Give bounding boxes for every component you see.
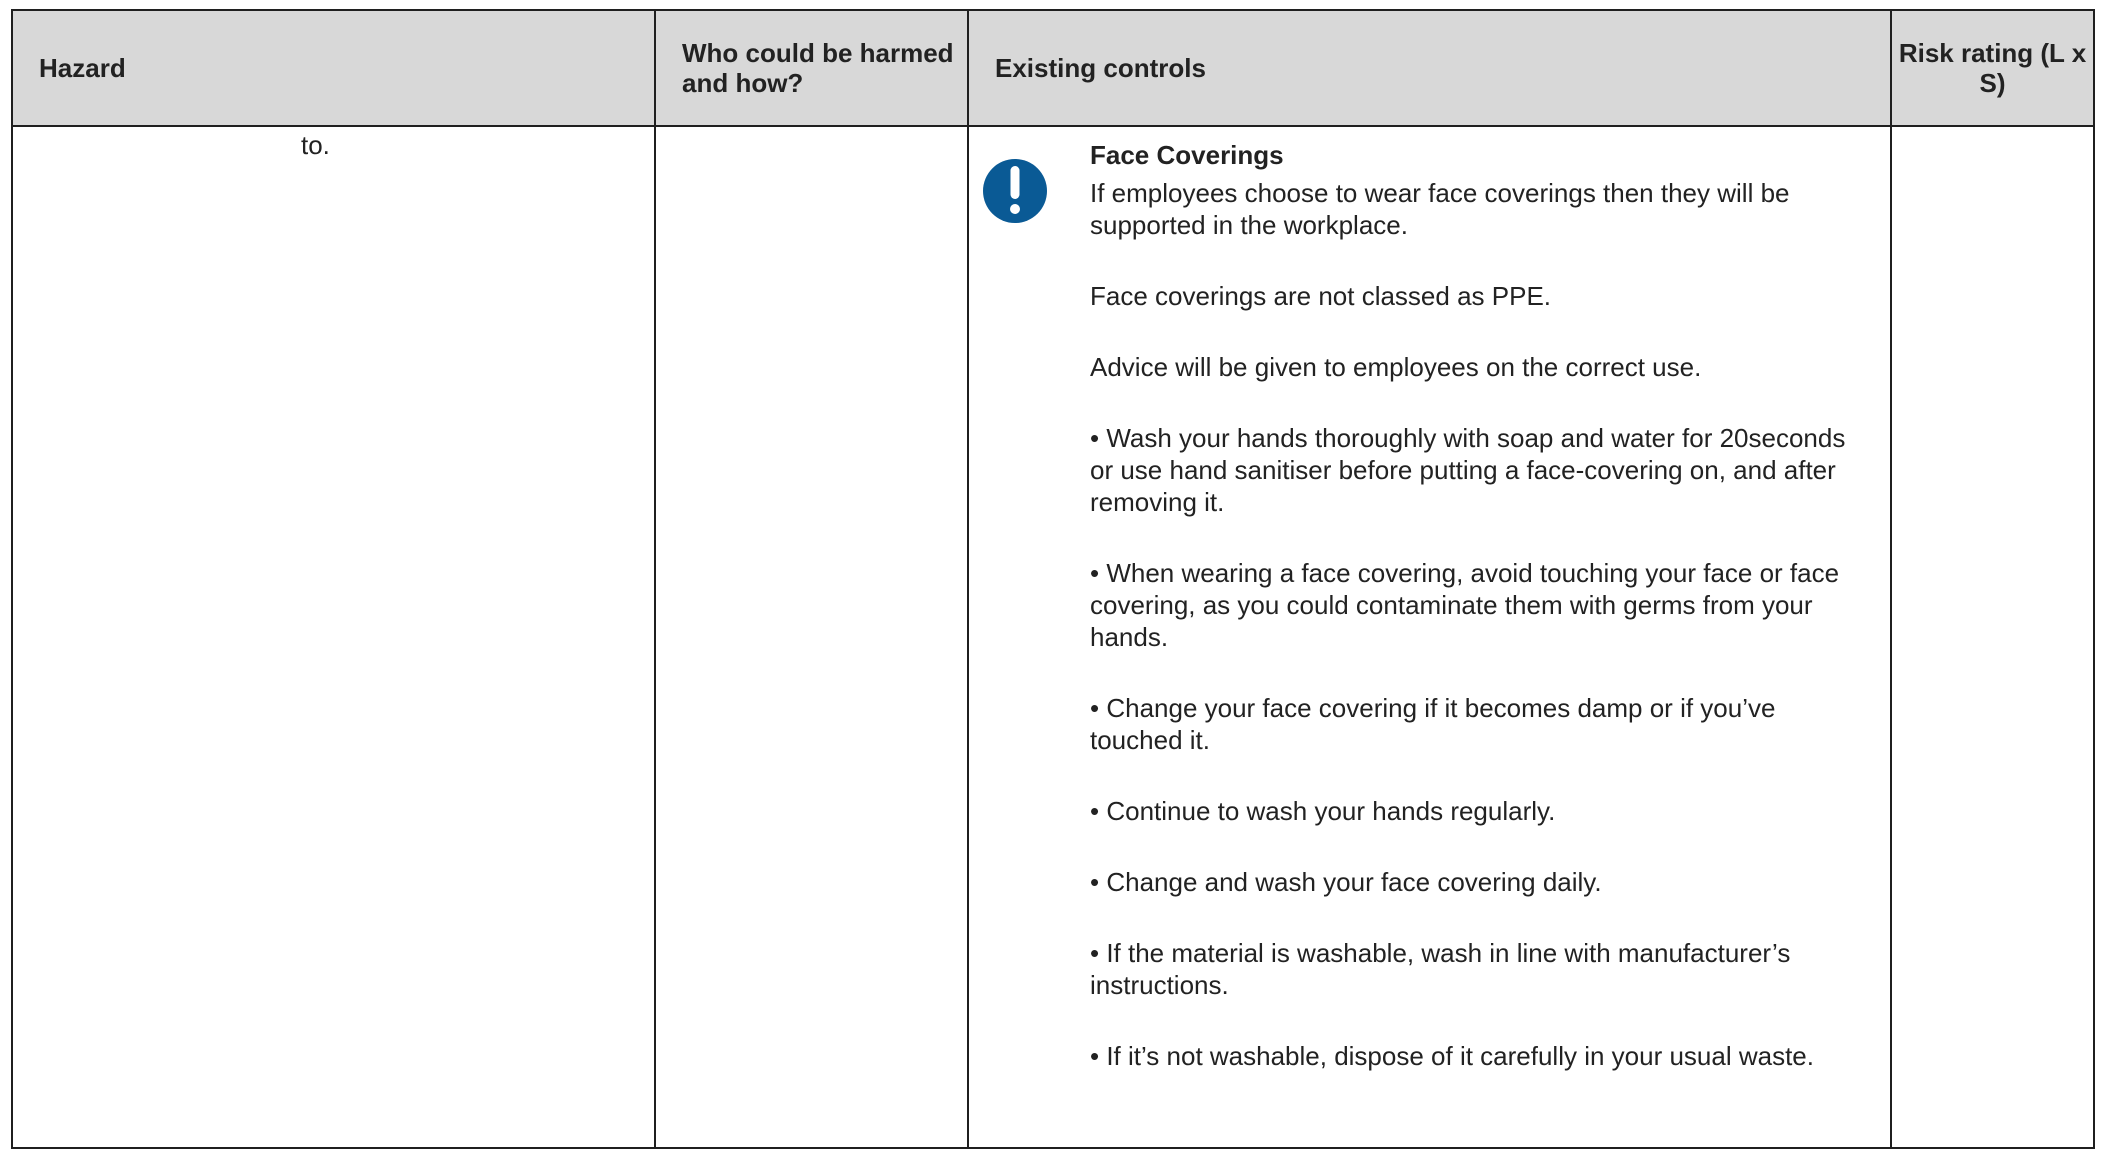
controls-content: Face Coverings If employees choose to we…: [1090, 127, 1866, 1072]
controls-paragraph: • When wearing a face covering, avoid to…: [1090, 558, 1840, 652]
risk-assessment-table: Hazard Who could be harmed and how? Exis…: [11, 9, 2095, 1149]
controls-paragraph: Advice will be given to employees on the…: [1090, 352, 1702, 382]
exclamation-icon: [983, 159, 1047, 223]
header-risk-rating: Risk rating (L x S): [1890, 9, 2095, 127]
controls-paragraph: Face coverings are not classed as PPE.: [1090, 281, 1552, 311]
header-hazard: Hazard: [11, 9, 656, 127]
who-cell: [654, 125, 969, 1149]
controls-paragraph: • If the material is washable, wash in l…: [1090, 938, 1791, 1000]
header-who-could-be-harmed: Who could be harmed and how?: [654, 9, 969, 127]
controls-paragraph: • Change your face covering if it become…: [1090, 693, 1776, 755]
hazard-text: to.: [301, 130, 330, 160]
controls-paragraphs: If employees choose to wear face coverin…: [1090, 177, 1866, 1072]
controls-paragraph: • If it’s not washable, dispose of it ca…: [1090, 1041, 1814, 1071]
header-existing-controls: Existing controls: [967, 9, 1892, 127]
header-row: Hazard Who could be harmed and how? Exis…: [11, 9, 2095, 127]
table-row: to. Face Coverings If employees choose t…: [11, 125, 2095, 1149]
controls-title: Face Coverings: [1090, 140, 1284, 170]
controls-paragraph: • Change and wash your face covering dai…: [1090, 867, 1602, 897]
controls-cell: Face Coverings If employees choose to we…: [967, 125, 1892, 1149]
hazard-cell: to.: [11, 125, 656, 1149]
controls-paragraph: If employees choose to wear face coverin…: [1090, 178, 1790, 240]
controls-paragraph: • Wash your hands thoroughly with soap a…: [1090, 423, 1846, 517]
risk-rating-cell: [1890, 125, 2095, 1149]
controls-paragraph: • Continue to wash your hands regularly.: [1090, 796, 1556, 826]
